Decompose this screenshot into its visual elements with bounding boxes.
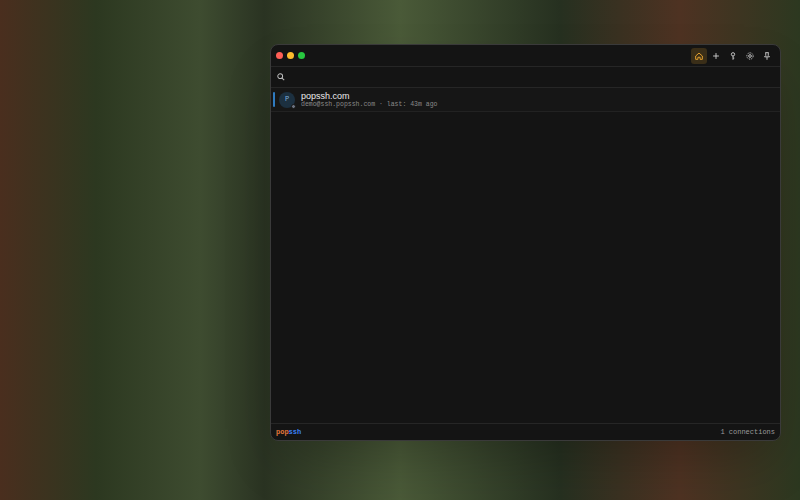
app-window: Ppopssh.comdemo@ssh.popssh.com · last: 4… — [270, 44, 781, 441]
toolbar-button[interactable] — [742, 48, 758, 64]
connection-detail: demo@ssh.popssh.com · last: 43m ago — [301, 101, 438, 108]
key-icon — [728, 51, 738, 61]
close-button[interactable] — [276, 52, 283, 59]
avatar: P — [279, 92, 295, 108]
status-dot — [291, 104, 296, 109]
toolbar-button[interactable] — [725, 48, 741, 64]
search-input[interactable] — [289, 70, 774, 84]
selection-bar — [273, 92, 275, 107]
app-logo: popssh — [276, 427, 301, 438]
toolbar-button[interactable] — [691, 48, 707, 64]
title-bar — [271, 45, 780, 67]
plus-icon — [711, 51, 721, 61]
connection-list: Ppopssh.comdemo@ssh.popssh.com · last: 4… — [271, 88, 780, 423]
toolbar-button[interactable] — [708, 48, 724, 64]
home-icon — [694, 51, 704, 61]
toolbar — [691, 48, 775, 64]
pin-icon — [762, 51, 772, 61]
toolbar-button[interactable] — [759, 48, 775, 64]
gear-icon — [745, 51, 755, 61]
zoom-button[interactable] — [298, 52, 305, 59]
status-bar: popssh 1 connections — [271, 423, 780, 440]
connection-count: 1 connections — [720, 427, 775, 438]
minimize-button[interactable] — [287, 52, 294, 59]
desktop: Ppopssh.comdemo@ssh.popssh.com · last: 4… — [0, 0, 800, 500]
search-icon — [277, 73, 285, 81]
connection-row[interactable]: Ppopssh.comdemo@ssh.popssh.com · last: 4… — [271, 88, 780, 112]
connection-name: popssh.com — [301, 91, 438, 101]
search-bar — [271, 67, 780, 88]
